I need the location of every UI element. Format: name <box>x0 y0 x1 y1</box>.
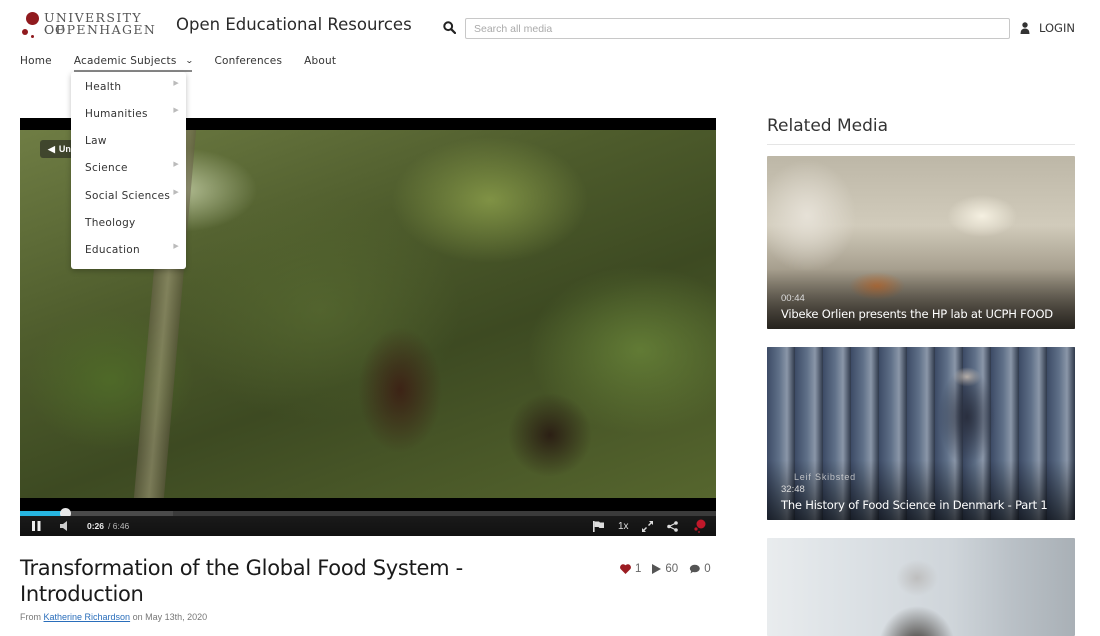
logo-mark-icon <box>26 12 39 25</box>
volume-button[interactable] <box>60 516 68 536</box>
related-duration: 32:48 <box>781 484 805 495</box>
plays-stat: 60 <box>652 563 678 575</box>
duration: / 6:46 <box>108 521 130 531</box>
dropdown-item-label: Health <box>85 81 122 93</box>
play-icon <box>652 564 662 574</box>
speed-label: 1x <box>618 520 629 532</box>
kaltura-logo-button[interactable] <box>694 516 706 536</box>
time-display: 0:26 / 6:46 <box>87 516 129 536</box>
dropdown-item-science[interactable]: Science ▶ <box>85 160 181 174</box>
related-title: Vibeke Orlien presents the HP lab at UCP… <box>781 307 1053 321</box>
submenu-arrow-icon: ▶ <box>173 79 179 87</box>
speaker-icon: ◀ <box>48 143 55 154</box>
logo-text-line2: COPENHAGEN <box>44 22 157 37</box>
submenu-arrow-icon: ▶ <box>173 242 179 250</box>
likes-count: 1 <box>635 563 642 575</box>
dropdown-item-law[interactable]: Law <box>85 135 181 147</box>
logo-mark-small-icon <box>22 29 28 35</box>
related-title: The History of Food Science in Denmark -… <box>781 498 1048 512</box>
pause-icon <box>32 521 41 531</box>
site-title[interactable]: Open Educational Resources <box>176 15 412 34</box>
related-media-item[interactable] <box>767 538 1075 636</box>
user-icon <box>1020 22 1030 34</box>
login-label: LOGIN <box>1039 21 1075 35</box>
playback-speed-button[interactable]: 1x <box>618 516 629 536</box>
dropdown-item-education[interactable]: Education ▶ <box>85 242 181 256</box>
nav-conferences-label: Conferences <box>214 54 283 67</box>
related-media-item[interactable]: Leif Skibsted 32:48 The History of Food … <box>767 347 1075 520</box>
dropdown-item-social-sciences[interactable]: Social Sciences ▶ <box>85 188 181 202</box>
share-button[interactable] <box>667 516 678 536</box>
dropdown-item-label: Humanities <box>85 108 148 120</box>
author-link[interactable]: Katherine Richardson <box>44 612 131 622</box>
main-nav: Home Academic Subjects ⌄ Conferences Abou… <box>20 51 358 72</box>
nav-conferences[interactable]: Conferences <box>214 51 282 70</box>
comments-count: 0 <box>704 563 711 575</box>
nav-academic-subjects[interactable]: Academic Subjects ⌄ <box>73 51 194 72</box>
login-button[interactable]: LOGIN <box>1020 19 1075 37</box>
nav-about[interactable]: About <box>304 51 336 70</box>
nav-about-label: About <box>304 54 337 67</box>
byline-prefix: From <box>20 612 41 622</box>
media-stats: 1 60 0 <box>620 563 722 575</box>
likes-stat[interactable]: 1 <box>620 563 641 575</box>
byline: From Katherine Richardson on May 13th, 2… <box>20 612 207 622</box>
related-media-heading: Related Media <box>767 116 889 136</box>
dropdown-item-label: Social Sciences <box>85 190 171 202</box>
brand-logo-icon <box>694 519 706 533</box>
submenu-arrow-icon: ▶ <box>173 160 179 168</box>
related-divider <box>767 144 1075 145</box>
related-thumbnail <box>767 538 1075 636</box>
submenu-arrow-icon: ▶ <box>173 106 179 114</box>
academic-subjects-dropdown: Health ▶ Humanities ▶ Law Science ▶ Social … <box>71 72 186 269</box>
dropdown-item-health[interactable]: Health ▶ <box>85 79 181 93</box>
current-time: 0:26 <box>87 521 105 531</box>
comments-stat[interactable]: 0 <box>689 563 711 575</box>
heart-icon <box>620 564 631 574</box>
dropdown-item-label: Law <box>85 135 107 147</box>
dropdown-item-label: Theology <box>85 217 136 229</box>
search-icon[interactable] <box>443 21 456 34</box>
pause-button[interactable] <box>32 516 41 536</box>
dropdown-item-theology[interactable]: Theology <box>85 217 181 229</box>
dropdown-item-label: Science <box>85 162 128 174</box>
report-button[interactable] <box>593 516 604 536</box>
chevron-down-icon: ⌄ <box>184 56 194 65</box>
university-logo[interactable]: UNIVERSITY OF COPENHAGEN <box>22 11 156 39</box>
fullscreen-button[interactable] <box>642 516 653 536</box>
dropdown-item-label: Education <box>85 244 140 256</box>
nav-academic-subjects-label: Academic Subjects <box>73 54 177 67</box>
nav-home[interactable]: Home <box>20 51 52 70</box>
thumbnail-overlay-text: Leif Skibsted <box>794 472 856 482</box>
fullscreen-icon <box>642 520 653 532</box>
nav-home-label: Home <box>20 54 52 67</box>
player-controls: 0:26 / 6:46 1x <box>20 516 716 536</box>
logo-mark-tiny-icon <box>31 35 34 38</box>
dropdown-item-humanities[interactable]: Humanities ▶ <box>85 106 181 120</box>
search-input[interactable] <box>465 18 1010 39</box>
related-media-item[interactable]: 00:44 Vibeke Orlien presents the HP lab … <box>767 156 1075 329</box>
flag-icon <box>593 520 604 532</box>
byline-date: on May 13th, 2020 <box>132 612 208 622</box>
share-icon <box>667 520 678 532</box>
related-duration: 00:44 <box>781 293 805 304</box>
submenu-arrow-icon: ▶ <box>173 188 179 196</box>
media-title: Transformation of the Global Food System… <box>20 556 463 606</box>
volume-muted-icon <box>60 521 67 531</box>
plays-count: 60 <box>665 563 679 575</box>
comment-icon <box>690 564 701 574</box>
